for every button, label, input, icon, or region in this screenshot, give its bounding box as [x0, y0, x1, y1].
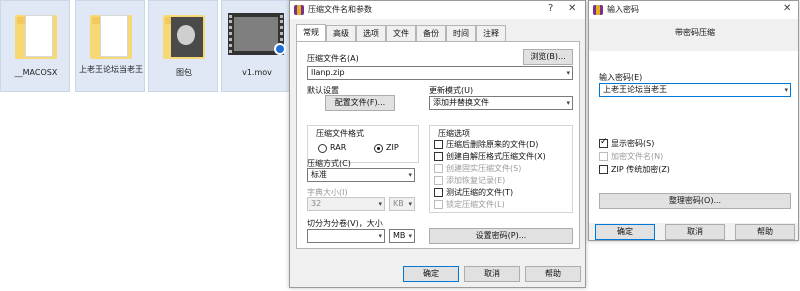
split-size-field[interactable]: ▾ [307, 229, 385, 243]
help-icon[interactable]: ? [548, 3, 553, 14]
format-group-label: 压缩文件格式 [316, 129, 364, 138]
option-label: 压缩后删除原来的文件(D) [446, 140, 539, 149]
tab-advanced[interactable]: 高级 [326, 25, 356, 41]
archive-dialog-title: 压缩文件名和参数 [308, 5, 372, 14]
password-dialog-title: 输入密码 [607, 5, 639, 14]
chevron-down-icon[interactable]: ▾ [566, 67, 570, 79]
close-icon[interactable]: ✕ [783, 3, 791, 14]
winrar-app-icon [294, 5, 304, 15]
rar-radio[interactable] [318, 144, 327, 153]
archive-dialog: 压缩文件名和参数 ? ✕ 常规 高级 选项 文件 备份 时间 注释 压缩文件名(… [289, 0, 586, 288]
file-item-macosx[interactable]: __MACOSX [0, 0, 70, 92]
winrar-app-icon [593, 5, 603, 15]
options-group: 压缩选项 压缩后删除原来的文件(D) 创建自解压格式压缩文件(X) 创建固实压缩… [429, 125, 573, 213]
dict-size-select[interactable]: 32 ▾ [307, 197, 385, 211]
option-checkbox[interactable] [434, 164, 443, 173]
sync-badge-icon [274, 43, 286, 55]
chevron-down-icon[interactable]: ▾ [566, 97, 570, 109]
archive-dialog-titlebar: 压缩文件名和参数 ? ✕ [290, 1, 585, 19]
folder-icon [13, 9, 59, 61]
option-label: 添加恢复记录(E) [446, 176, 506, 185]
split-unit-select[interactable]: MB ▾ [389, 229, 415, 243]
archive-name-label: 压缩文件名(A) [307, 54, 359, 63]
file-item-folder[interactable]: 上老王论坛当老王 [75, 0, 145, 92]
password-dialog: 输入密码 ✕ 带密码压缩 输入密码(E) 上老王论坛当老王 ▾ 显示密码(S) … [588, 0, 799, 241]
tab-comment[interactable]: 注释 [476, 25, 506, 41]
profiles-button[interactable]: 配置文件(F)... [325, 95, 395, 111]
password-input[interactable]: 上老王论坛当老王 ▾ [599, 83, 791, 97]
organize-passwords-button[interactable]: 整理密码(O)... [599, 193, 791, 209]
options-group-label: 压缩选项 [438, 129, 470, 138]
zip-label: ZIP [386, 143, 399, 152]
tab-options[interactable]: 选项 [356, 25, 386, 41]
update-mode-label: 更新模式(U) [429, 86, 474, 95]
close-icon[interactable]: ✕ [568, 3, 576, 14]
file-name: v1.mov [242, 68, 272, 77]
zip-radio[interactable] [374, 144, 383, 153]
archive-help-button[interactable]: 帮助 [525, 266, 581, 282]
general-panel: 压缩文件名(A) 浏览(B)... llanp.zip ▾ 默认设置 配置文件(… [296, 41, 580, 249]
file-name: __MACOSX [14, 68, 58, 77]
browse-button[interactable]: 浏览(B)... [523, 49, 573, 65]
method-select[interactable]: 标准 ▾ [307, 168, 415, 182]
archive-name-value: llanp.zip [311, 68, 345, 77]
dict-size-value: 32 [311, 199, 322, 208]
chevron-down-icon[interactable]: ▾ [784, 84, 788, 96]
password-cancel-button[interactable]: 取消 [665, 224, 725, 240]
image-folder-icon [161, 9, 207, 61]
chevron-down-icon[interactable]: ▾ [408, 230, 412, 242]
rar-label: RAR [330, 143, 347, 152]
method-value: 标准 [311, 170, 327, 179]
chevron-down-icon[interactable]: ▾ [408, 198, 412, 210]
password-panel: 输入密码(E) 上老王论坛当老王 ▾ 显示密码(S) 加密文件名(N) ZIP … [589, 51, 798, 223]
option-checkbox[interactable] [434, 188, 443, 197]
password-label: 输入密码(E) [599, 73, 643, 82]
show-password-checkbox[interactable] [599, 137, 608, 148]
folder-icon [88, 9, 134, 61]
password-ok-button[interactable]: 确定 [595, 224, 655, 240]
chevron-down-icon[interactable]: ▾ [408, 169, 412, 181]
split-label: 切分为分卷(V)，大小 [307, 219, 383, 228]
password-dialog-titlebar: 输入密码 ✕ [589, 1, 798, 19]
update-mode-select[interactable]: 添加并替换文件 ▾ [429, 96, 573, 110]
zip-legacy-label: ZIP 传统加密(Z) [611, 165, 670, 174]
archive-cancel-button[interactable]: 取消 [464, 266, 520, 282]
file-item-video[interactable]: v1.mov [221, 0, 291, 92]
file-name: 上老王论坛当老王 [79, 65, 143, 74]
update-mode-value: 添加并替换文件 [433, 98, 489, 107]
file-name: 图包 [176, 68, 192, 77]
zip-legacy-checkbox[interactable] [599, 165, 608, 174]
tab-general[interactable]: 常规 [296, 24, 326, 41]
video-file-icon [228, 9, 286, 61]
option-label: 锁定压缩文件(L) [446, 200, 505, 209]
password-heading: 带密码压缩 [675, 28, 715, 37]
option-checkbox[interactable] [434, 140, 443, 149]
encrypt-names-checkbox[interactable] [599, 152, 608, 161]
show-password-label: 显示密码(S) [611, 139, 655, 148]
option-checkbox[interactable] [434, 176, 443, 185]
split-unit-value: MB [393, 231, 406, 240]
archive-ok-button[interactable]: 确定 [403, 266, 459, 282]
dict-unit-value: KB [393, 199, 404, 208]
set-password-button[interactable]: 设置密码(P)... [429, 228, 573, 244]
tab-time[interactable]: 时间 [446, 25, 476, 41]
tab-files[interactable]: 文件 [386, 25, 416, 41]
chevron-down-icon[interactable]: ▾ [378, 230, 382, 242]
chevron-down-icon[interactable]: ▾ [378, 198, 382, 210]
option-checkbox[interactable] [434, 152, 443, 161]
archive-name-field[interactable]: llanp.zip ▾ [307, 66, 573, 80]
password-value: 上老王论坛当老王 [603, 85, 667, 94]
file-item-image-folder[interactable]: 图包 [148, 0, 218, 92]
dict-unit-select[interactable]: KB ▾ [389, 197, 415, 211]
password-help-button[interactable]: 帮助 [735, 224, 795, 240]
option-label: 创建固实压缩文件(S) [446, 164, 522, 173]
tab-backup[interactable]: 备份 [416, 25, 446, 41]
option-checkbox[interactable] [434, 200, 443, 209]
option-label: 测试压缩的文件(T) [446, 188, 514, 197]
encrypt-names-label: 加密文件名(N) [611, 152, 664, 161]
option-label: 创建自解压格式压缩文件(X) [446, 152, 546, 161]
